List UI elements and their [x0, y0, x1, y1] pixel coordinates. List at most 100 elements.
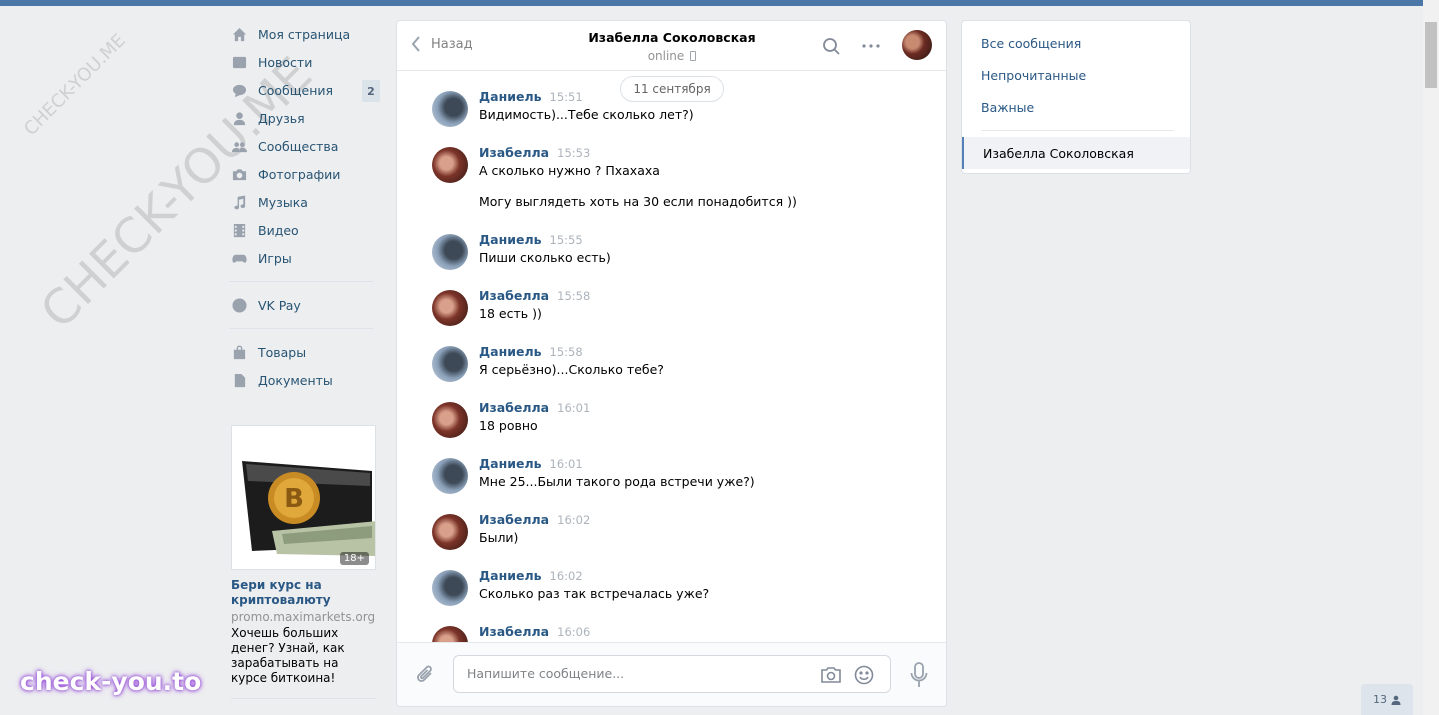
- message-time[interactable]: 15:58: [557, 289, 590, 303]
- message-input[interactable]: [467, 666, 807, 681]
- sidebar-item-photos[interactable]: Фотографии: [229, 160, 381, 188]
- document-icon: [231, 372, 247, 388]
- page-scrollbar[interactable]: [1423, 0, 1439, 715]
- message-meta: Даниель 16:01: [479, 456, 946, 473]
- message-text: Видимость)...Тебе сколько лет?): [479, 107, 694, 122]
- filter-separator: [981, 130, 1174, 131]
- author-avatar[interactable]: [432, 290, 468, 326]
- author-avatar[interactable]: [432, 234, 468, 270]
- message-item[interactable]: Изабелла 15:53 А сколько нужно ? Пхахаха Мо…: [397, 145, 946, 210]
- news-icon: [231, 54, 247, 70]
- sidebar-ad[interactable]: B 18+ Бери курс на криптовалюту promo.ma…: [231, 425, 376, 699]
- scrollbar-thumb[interactable]: [1425, 22, 1437, 88]
- author-avatar[interactable]: [432, 626, 468, 643]
- message-author[interactable]: Даниель: [479, 456, 542, 471]
- author-avatar[interactable]: [432, 514, 468, 550]
- filter-unread[interactable]: Непрочитанные: [962, 59, 1190, 91]
- mobile-icon: [690, 51, 697, 61]
- message-time[interactable]: 16:01: [557, 401, 590, 415]
- sidebar-separator: [229, 281, 373, 282]
- message-time[interactable]: 16:02: [550, 569, 583, 583]
- message-author[interactable]: Даниель: [479, 232, 542, 247]
- sidebar-item-documents[interactable]: Документы: [229, 366, 381, 394]
- sidebar-item-my-page[interactable]: Моя страница: [229, 20, 381, 48]
- message-time[interactable]: 15:51: [550, 90, 583, 104]
- person-icon: [1391, 695, 1401, 705]
- message-author[interactable]: Даниель: [479, 568, 542, 583]
- video-icon: [231, 222, 247, 238]
- message-author[interactable]: Изабелла: [479, 624, 549, 639]
- filter-important[interactable]: Важные: [962, 91, 1190, 123]
- more-icon[interactable]: [861, 37, 881, 58]
- ad-title[interactable]: Бери курс на криптовалюту: [231, 578, 376, 608]
- message-time[interactable]: 15:55: [550, 233, 583, 247]
- message-item[interactable]: Изабелла 16:01 18 ровно: [397, 400, 946, 438]
- search-icon[interactable]: [822, 37, 842, 58]
- author-avatar[interactable]: [432, 402, 468, 438]
- messages-icon: [231, 82, 247, 98]
- sidebar-item-goods[interactable]: Товары: [229, 338, 381, 366]
- filter-all-messages[interactable]: Все сообщения: [962, 27, 1190, 59]
- ad-image[interactable]: B 18+: [231, 425, 376, 570]
- sidebar-item-label: Игры: [258, 250, 292, 266]
- filter-active-conversation[interactable]: Изабелла Соколовская: [962, 137, 1190, 169]
- message-time[interactable]: 16:06: [557, 625, 590, 639]
- author-avatar[interactable]: [432, 346, 468, 382]
- message-list[interactable]: Даниель 15:51 Видимость)...Тебе сколько ле…: [397, 89, 946, 643]
- bag-icon: [231, 344, 247, 360]
- message-item[interactable]: Даниель 16:02 Сколько раз так встречалась …: [397, 568, 946, 606]
- sidebar-item-games[interactable]: Игры: [229, 244, 381, 272]
- message-item[interactable]: Изабелла 16:02 Были): [397, 512, 946, 550]
- message-time[interactable]: 15:53: [557, 146, 590, 160]
- sidebar-item-vkpay[interactable]: VK Pay: [229, 291, 381, 319]
- online-friends-counter[interactable]: 13: [1361, 684, 1413, 715]
- message-author[interactable]: Изабелла: [479, 145, 549, 160]
- message-author[interactable]: Изабелла: [479, 288, 549, 303]
- sidebar-item-news[interactable]: Новости: [229, 48, 381, 76]
- sidebar-item-label: Фотографии: [258, 166, 341, 182]
- peer-info[interactable]: Изабелла Соколовская online: [577, 30, 767, 63]
- sidebar-item-video[interactable]: Видео: [229, 216, 381, 244]
- author-avatar[interactable]: [432, 147, 468, 183]
- home-icon: [231, 26, 247, 42]
- message-text: Сколько раз так встречалась уже?: [479, 586, 710, 601]
- groups-icon: [231, 138, 247, 154]
- sidebar-item-music[interactable]: Музыка: [229, 188, 381, 216]
- sidebar-item-label: Видео: [258, 222, 299, 238]
- sidebar-item-label: Документы: [258, 372, 333, 388]
- peer-name[interactable]: Изабелла Соколовская: [577, 30, 767, 45]
- sidebar-item-friends[interactable]: Друзья: [229, 104, 381, 132]
- author-avatar[interactable]: [432, 570, 468, 606]
- message-meta: Даниель 15:55: [479, 232, 946, 249]
- watermark-badge: check-you.to: [20, 667, 202, 696]
- message-item[interactable]: Даниель 15:58 Я серьёзно)...Сколько тебе?: [397, 344, 946, 382]
- sidebar-item-label: Моя страница: [258, 26, 351, 42]
- author-avatar[interactable]: [432, 458, 468, 494]
- message-meta: Изабелла 15:53: [479, 145, 946, 162]
- message-author[interactable]: Изабелла: [479, 400, 549, 415]
- message-time[interactable]: 15:58: [550, 345, 583, 359]
- sidebar-item-messages[interactable]: Сообщения 2: [229, 76, 381, 104]
- emoji-icon[interactable]: [853, 665, 875, 688]
- sidebar-item-groups[interactable]: Сообщества: [229, 132, 381, 160]
- message-author[interactable]: Даниель: [479, 89, 542, 104]
- camera-icon: [231, 166, 247, 182]
- camera-icon[interactable]: [820, 665, 842, 688]
- message-time[interactable]: 16:01: [550, 457, 583, 471]
- peer-avatar[interactable]: [902, 30, 932, 60]
- message-item[interactable]: Даниель 15:55 Пиши сколько есть): [397, 232, 946, 270]
- ad-domain[interactable]: promo.maximarkets.org: [231, 610, 376, 624]
- message-author[interactable]: Изабелла: [479, 512, 549, 527]
- author-avatar[interactable]: [432, 91, 468, 127]
- peer-status: online: [577, 49, 767, 63]
- message-text: Могу выглядеть хоть на 30 если понадобит…: [479, 194, 797, 209]
- message-item[interactable]: Даниель 16:01 Мне 25...Были такого рода вс…: [397, 456, 946, 494]
- vkpay-icon: [231, 297, 247, 313]
- back-button[interactable]: Назад: [411, 36, 473, 52]
- back-label: Назад: [431, 36, 473, 52]
- message-item[interactable]: Изабелла 15:58 18 есть )): [397, 288, 946, 326]
- message-item[interactable]: Изабелла 16:06: [397, 624, 946, 643]
- message-input-box[interactable]: [453, 655, 891, 693]
- message-time[interactable]: 16:02: [557, 513, 590, 527]
- message-author[interactable]: Даниель: [479, 344, 542, 359]
